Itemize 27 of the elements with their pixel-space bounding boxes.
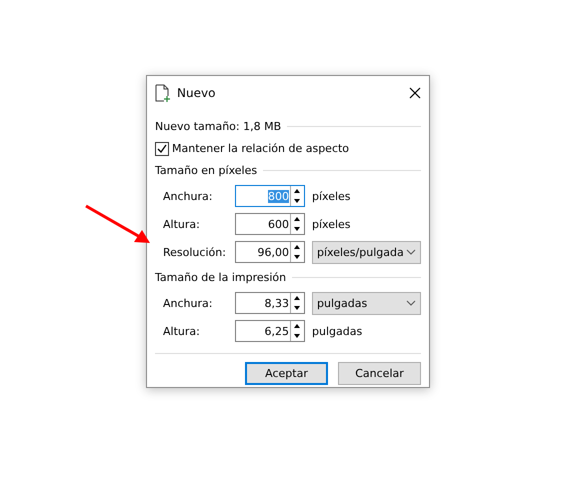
unit-label: pulgadas [312, 324, 362, 338]
unit-dropdown[interactable]: pulgadas [312, 292, 421, 314]
checkbox[interactable] [155, 142, 169, 156]
arrow-icon [84, 204, 152, 246]
section-heading: Tamaño de la impresión [155, 271, 286, 284]
number-field[interactable]: 600 [235, 213, 305, 235]
chevron-down-icon [406, 249, 416, 255]
field-label: Resolución: [163, 246, 227, 258]
unit-label: píxeles [312, 218, 351, 230]
field-label: Altura: [163, 324, 201, 338]
section-heading: Tamaño en píxeles [155, 164, 258, 177]
field-label: Anchura: [163, 296, 214, 310]
window-title: Nuevo [177, 86, 216, 100]
unit-dropdown[interactable]: píxeles/pulgada [312, 240, 421, 264]
chevron-down-icon [406, 300, 416, 306]
field-label: Anchura: [163, 190, 214, 202]
cancel-button[interactable]: Cancelar [338, 362, 421, 385]
close-icon[interactable] [409, 87, 421, 99]
accept-button[interactable]: Aceptar [245, 362, 328, 385]
number-field[interactable]: 6,25 [235, 320, 305, 342]
field-label: Altura: [163, 218, 201, 230]
unit-label: píxeles [312, 190, 351, 202]
number-field[interactable]: 96,00 [235, 241, 305, 263]
number-field[interactable]: 8,33 [235, 292, 305, 314]
checkbox-label[interactable]: Mantener la relación de aspecto [172, 142, 350, 155]
new-size-label: Nuevo tamaño: 1,8 MB [155, 120, 282, 133]
new-file-icon [155, 84, 171, 102]
